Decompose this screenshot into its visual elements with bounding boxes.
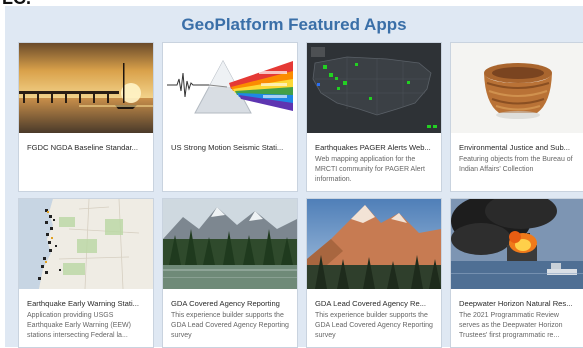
card-title[interactable]: Environmental Justice and Sub... [459,143,581,152]
card-title[interactable]: US Strong Motion Seismic Stati... [171,143,293,152]
card-description [27,155,145,191]
app-card-environmental-justice[interactable]: Environmental Justice and Sub... Featuri… [450,42,583,192]
card-title[interactable]: GDA Covered Agency Reporting [171,299,293,308]
card-description: Application providing USGS Earthquake Ea… [27,312,131,339]
mountain-lake-image [163,199,297,289]
app-card-deepwater-horizon[interactable]: Deepwater Horizon Natural Res... The 202… [450,198,583,348]
page-title: GeoPlatform Featured Apps [181,15,407,34]
west-coast-map-image [19,199,153,289]
app-card-fgdc-ngda[interactable]: FGDC NGDA Baseline Standar... [18,42,154,192]
app-card-gda-covered-agency[interactable]: GDA Covered Agency Reporting This experi… [162,198,298,348]
dark-us-map-image [307,43,441,133]
prism-seismograph-image [163,43,297,133]
app-card-strong-motion[interactable]: US Strong Motion Seismic Stati... [162,42,298,192]
card-description [171,155,289,191]
card-title[interactable]: FGDC NGDA Baseline Standar... [27,143,149,152]
app-card-earthquake-early-warning[interactable]: Earthquake Early Warning Stati... Applic… [18,198,154,348]
card-title[interactable]: Earthquakes PAGER Alerts Web... [315,143,437,152]
card-title[interactable]: Deepwater Horizon Natural Res... [459,299,581,308]
mountain-peak-image [307,199,441,289]
card-description: This experience builder supports the GDA… [315,312,433,339]
card-description: Featuring objects from the Bureau of Ind… [459,156,573,173]
woven-basket-image [451,43,583,133]
card-title[interactable]: GDA Lead Covered Agency Re... [315,299,437,308]
oil-rig-fire-image [451,199,583,289]
card-title[interactable]: Earthquake Early Warning Stati... [27,299,149,308]
app-card-pager-alerts[interactable]: Earthquakes PAGER Alerts Web... Web mapp… [306,42,442,192]
bridge-sunset-image [19,43,153,133]
card-description: Web mapping application for the MRCTI co… [315,156,425,183]
featured-apps-panel: GeoPlatform Featured Apps FGDC NGDA Base… [5,6,583,348]
app-card-gda-lead-covered-agency[interactable]: GDA Lead Covered Agency Re... This exper… [306,198,442,348]
card-description: This experience builder supports the GDA… [171,312,289,339]
card-description: The 2021 Programmatic Review serves as t… [459,312,563,339]
